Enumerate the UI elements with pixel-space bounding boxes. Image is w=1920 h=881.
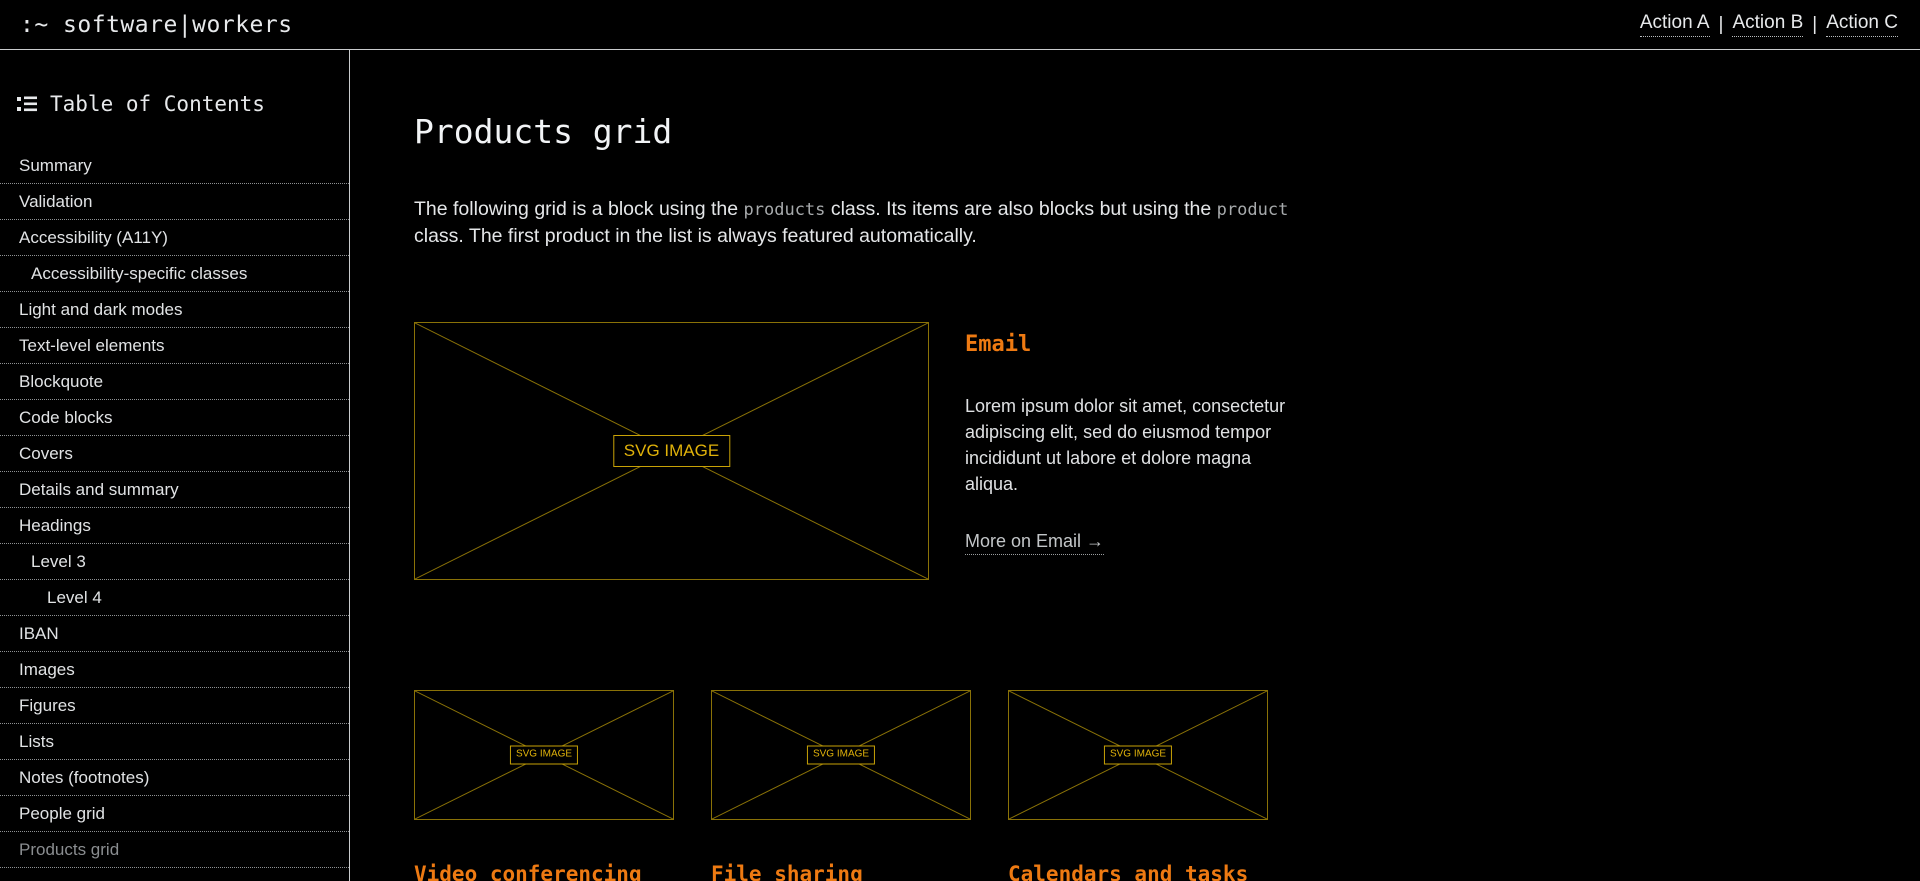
sidebar-item-level-3[interactable]: Level 3 — [0, 544, 349, 580]
sidebar-item-headings[interactable]: Headings — [0, 508, 349, 544]
action-c-link[interactable]: Action C — [1826, 12, 1898, 37]
main-content: Products grid The following grid is a bl… — [350, 50, 1920, 881]
product-image-placeholder[interactable]: SVG IMAGE — [711, 689, 971, 820]
sidebar-item-label: Blockquote — [19, 371, 104, 391]
sidebar-item-label: Level 3 — [31, 551, 86, 571]
featured-product-description: Lorem ipsum dolor sit amet, consectetur … — [965, 395, 1286, 495]
product-title: Calendars and tasks — [1008, 861, 1249, 881]
sidebar-item-label: Text-level elements — [19, 335, 165, 355]
sidebar-item-images[interactable]: Images — [0, 652, 349, 688]
product-title: Video conferencing — [414, 861, 642, 881]
product-image-placeholder[interactable]: SVG IMAGE — [414, 689, 674, 820]
app-header: :~ software|workers Action A | Action B … — [0, 0, 1920, 50]
product-card[interactable]: SVG IMAGE File sharing — [711, 689, 971, 881]
sidebar-item-label: Headings — [19, 515, 91, 535]
sidebar-item-label: Code blocks — [19, 407, 113, 427]
sidebar-item-label: Light and dark modes — [19, 299, 183, 319]
sidebar-item-lists[interactable]: Lists — [0, 724, 349, 760]
sidebar-item-notes-footnotes[interactable]: Notes (footnotes) — [0, 760, 349, 796]
sidebar-item-label: Covers — [19, 443, 73, 463]
sidebar-item-covers[interactable]: Covers — [0, 436, 349, 472]
brand-title: :~ software|workers — [20, 11, 293, 38]
placeholder-label: SVG IMAGE — [806, 745, 876, 765]
featured-product-body: Email Lorem ipsum dolor sit amet, consec… — [965, 322, 1295, 580]
header-actions: Action A | Action B | Action C — [1639, 12, 1898, 37]
action-separator-1: | — [1718, 13, 1724, 35]
sidebar-item-label: Figures — [19, 695, 76, 715]
sidebar-item-summary[interactable]: Summary — [0, 148, 349, 184]
sidebar-item-label: Accessibility (A11Y) — [19, 227, 168, 247]
sidebar-item-accessibility-specific-classes[interactable]: Accessibility-specific classes — [0, 256, 349, 292]
action-a-link[interactable]: Action A — [1639, 12, 1710, 37]
intro-text-3: class. The first product in the list is … — [414, 224, 977, 247]
sidebar-item-label: Details and summary — [19, 479, 179, 499]
featured-product: SVG IMAGE Email Lorem ipsum dolor sit am… — [414, 321, 1920, 580]
sidebar-item-people-grid[interactable]: People grid — [0, 796, 349, 832]
sidebar-item-label: Notes (footnotes) — [19, 767, 150, 787]
product-card[interactable]: SVG IMAGE Calendars and tasks — [1008, 689, 1268, 881]
page-layout: Table of Contents Summary Validation Acces… — [0, 50, 1920, 881]
action-b-link[interactable]: Action B — [1732, 12, 1804, 37]
intro-paragraph: The following grid is a block using the … — [414, 196, 1294, 250]
sidebar-item-text-level-elements[interactable]: Text-level elements — [0, 328, 349, 364]
featured-product-more-link[interactable]: More on Email → — [965, 531, 1105, 556]
placeholder-label: SVG IMAGE — [612, 434, 731, 467]
product-image-placeholder[interactable]: SVG IMAGE — [1008, 689, 1268, 820]
featured-product-title: Email — [965, 331, 1032, 357]
sidebar-item-validation[interactable]: Validation — [0, 184, 349, 220]
featured-product-image-placeholder[interactable]: SVG IMAGE — [414, 321, 929, 580]
sidebar-item-blockquote[interactable]: Blockquote — [0, 364, 349, 400]
placeholder-label: SVG IMAGE — [509, 745, 579, 765]
sidebar-item-label: Lists — [19, 731, 54, 751]
intro-text-1: The following grid is a block using the — [414, 198, 744, 220]
product-card[interactable]: SVG IMAGE Video conferencing — [414, 689, 674, 881]
sidebar-item-light-and-dark-modes[interactable]: Light and dark modes — [0, 292, 349, 328]
sidebar-item-label: IBAN — [19, 623, 59, 643]
sidebar-item-label: Summary — [19, 155, 92, 175]
action-separator-2: | — [1812, 13, 1818, 35]
toc-title: Table of Contents — [50, 92, 265, 116]
sidebar-item-iban[interactable]: IBAN — [0, 616, 349, 652]
sidebar-item-label: Validation — [19, 191, 93, 211]
sidebar-item-figures[interactable]: Figures — [0, 688, 349, 724]
toc-header: Table of Contents — [0, 50, 349, 148]
inline-code-products: products — [743, 200, 826, 220]
sidebar-item-products-grid[interactable]: Products grid — [0, 832, 349, 868]
table-of-contents-sidebar: Table of Contents Summary Validation Acces… — [0, 50, 350, 881]
sidebar-item-level-4[interactable]: Level 4 — [0, 580, 349, 616]
product-title: File sharing — [711, 861, 863, 881]
list-icon — [17, 96, 37, 112]
sidebar-item-code-blocks[interactable]: Code blocks — [0, 400, 349, 436]
sidebar-item-label: Products grid — [19, 839, 120, 859]
toc-list: Summary Validation Accessibility (A11Y) Acc… — [0, 148, 349, 868]
sidebar-item-accessibility-a11y[interactable]: Accessibility (A11Y) — [0, 220, 349, 256]
placeholder-label: SVG IMAGE — [1103, 745, 1173, 765]
intro-text-2: class. Its items are also blocks but usi… — [825, 198, 1217, 220]
products-grid: SVG IMAGE Video conferencing SVG IMAGE File… — [414, 689, 1920, 881]
inline-code-product: product — [1216, 200, 1289, 220]
sidebar-item-label: Level 4 — [47, 587, 102, 607]
sidebar-item-label: People grid — [19, 803, 106, 823]
sidebar-item-label: Images — [19, 659, 75, 679]
page-title: Products grid — [414, 112, 673, 151]
sidebar-item-details-and-summary[interactable]: Details and summary — [0, 472, 349, 508]
sidebar-item-label: Accessibility-specific classes — [31, 263, 248, 283]
